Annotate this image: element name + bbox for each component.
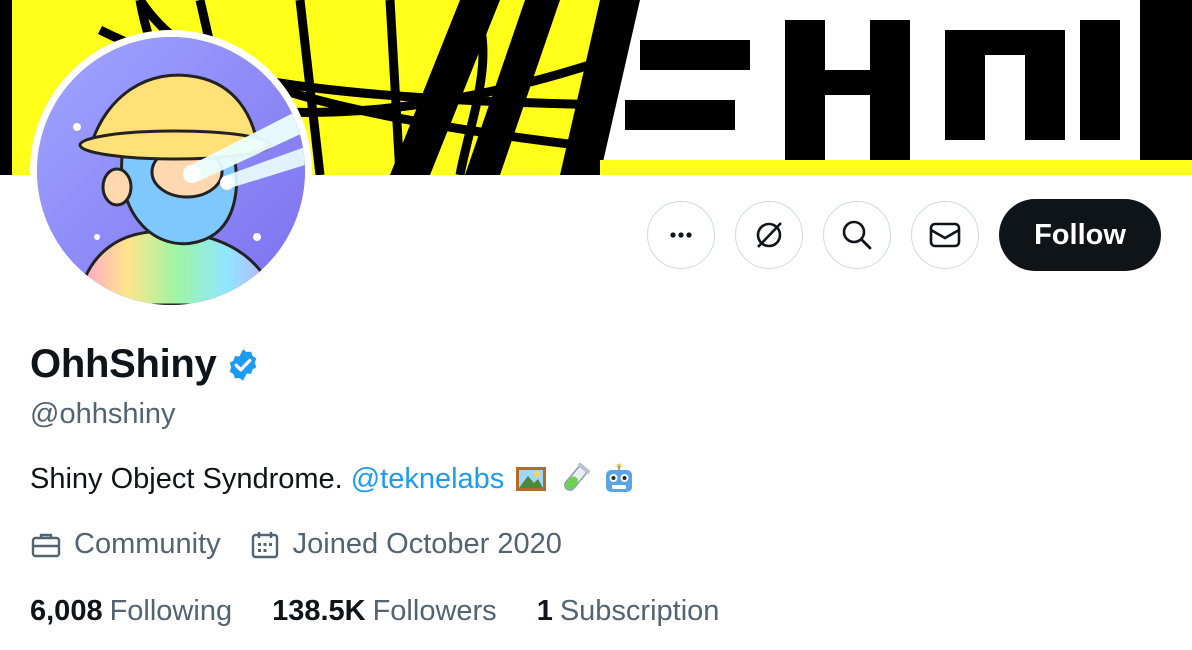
category-label: Community (74, 528, 221, 560)
verified-badge-icon[interactable] (225, 347, 261, 383)
more-icon (670, 232, 692, 238)
message-icon (929, 222, 961, 248)
joined-label: Joined October 2020 (292, 528, 562, 560)
following-stat-link[interactable]: 6,008 Following (30, 595, 232, 628)
profile-handle: @ohhshiny (30, 398, 176, 430)
calendar-icon (251, 531, 278, 558)
following-count: 6,008 (30, 595, 103, 627)
followers-stat-link[interactable]: 138.5K Followers (272, 595, 497, 628)
followers-label: Followers (372, 595, 497, 627)
bio-text: Shiny Object Syndrome. (30, 462, 343, 495)
framed-picture-emoji (516, 467, 547, 491)
briefcase-icon (31, 533, 61, 557)
grok-icon (756, 222, 782, 248)
grok-button[interactable] (735, 201, 803, 269)
followers-count: 138.5K (272, 595, 366, 627)
more-button[interactable] (647, 201, 715, 269)
name-row: OhhShiny (30, 342, 261, 387)
message-button[interactable] (911, 201, 979, 269)
robot-emoji (606, 463, 633, 492)
subscriptions-count: 1 (536, 595, 553, 627)
following-label: Following (109, 595, 233, 627)
bio-mention-link[interactable]: @teknelabs (351, 463, 505, 496)
search-button[interactable] (823, 201, 891, 269)
follow-button[interactable]: Follow (999, 199, 1161, 271)
display-name: OhhShiny (30, 342, 217, 386)
profile-category: Community (30, 528, 221, 561)
profile-meta: Community Joined October 2020 (30, 528, 590, 561)
profile-avatar[interactable] (30, 30, 312, 312)
subscriptions-stat-link[interactable]: 1 Subscription (537, 595, 720, 628)
search-icon (842, 220, 872, 250)
test-tube-emoji (564, 462, 591, 491)
avatar-image (37, 37, 305, 305)
subscriptions-label: Subscription (559, 595, 720, 627)
profile-stats: 6,008 Following 138.5K Followers 1 Subsc… (30, 595, 759, 628)
profile-actions: Follow (647, 199, 1161, 271)
profile-bio: Shiny Object Syndrome. @teknelabs (30, 462, 636, 496)
profile-join-date: Joined October 2020 (249, 528, 562, 561)
